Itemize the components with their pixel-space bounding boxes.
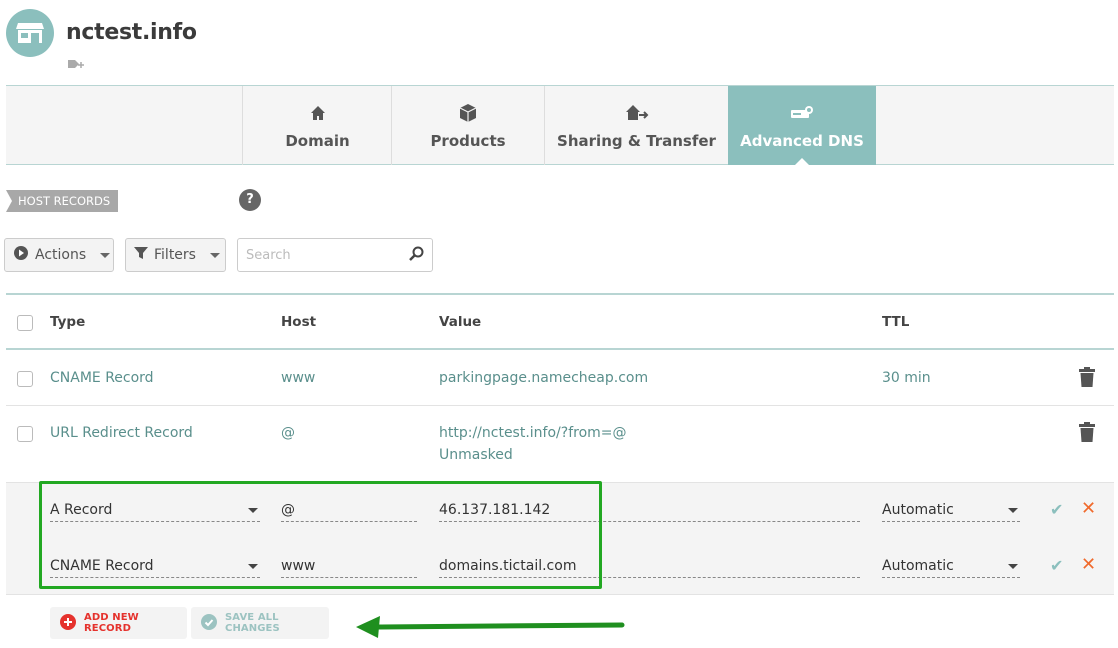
green-arrow-icon [354,612,626,644]
header-type[interactable]: Type [50,314,85,330]
server-icon [790,102,814,124]
filters-button[interactable]: Filters [125,238,226,272]
table-row: URL Redirect Record @ http://nctest.info… [6,406,1114,483]
record-value[interactable]: parkingpage.namecheap.com [439,370,648,386]
trash-icon[interactable] [1079,422,1095,446]
play-circle-icon [13,245,29,265]
header-host[interactable]: Host [281,314,316,330]
tab-bar: Domain Products Sharing & Transfer Advan… [6,85,1114,166]
house-transfer-icon [625,102,649,124]
store-icon [6,9,54,57]
record-host[interactable]: @ [281,425,295,441]
ttl-select-value: Automatic [882,558,954,574]
table-row: CNAME Record www parkingpage.namecheap.c… [6,351,1114,406]
tab-domain[interactable]: Domain [242,86,392,165]
record-type[interactable]: URL Redirect Record [50,425,193,441]
home-icon [310,102,326,124]
help-icon[interactable]: ? [239,189,261,211]
search-icon[interactable] [409,246,424,265]
add-new-record-label: ADD NEW RECORD [84,612,139,634]
check-icon[interactable]: ✔ [1050,556,1063,575]
tab-label: Advanced DNS [740,132,864,150]
funnel-icon [134,246,148,264]
page-title: nctest.info [66,20,197,45]
save-all-changes-button[interactable]: SAVE ALL CHANGES [191,607,329,639]
record-type[interactable]: CNAME Record [50,370,154,386]
add-new-record-button[interactable]: ADD NEW RECORD [50,607,187,639]
tab-sharing-transfer[interactable]: Sharing & Transfer [544,86,728,165]
tab-products[interactable]: Products [391,86,544,165]
search-box [237,238,433,272]
tab-label: Sharing & Transfer [557,132,716,150]
ttl-select-value: Automatic [882,502,954,518]
record-value-mode[interactable]: Unmasked [439,447,513,463]
plus-circle-icon [60,613,76,633]
tab-label: Domain [285,132,350,150]
header-value[interactable]: Value [439,314,481,330]
record-value[interactable]: http://nctest.info/?from=@ [439,425,627,441]
record-host[interactable]: www [281,370,315,386]
chevron-down-icon [209,252,220,258]
section-label: HOST RECORDS [6,190,119,212]
header-ttl[interactable]: TTL [882,314,909,330]
row-checkbox[interactable] [17,371,33,387]
box-icon [458,102,478,124]
filters-label: Filters [154,247,196,263]
close-icon[interactable]: ✕ [1081,498,1096,519]
trash-icon[interactable] [1079,367,1095,391]
record-ttl[interactable]: 30 min [882,370,931,386]
check-icon[interactable]: ✔ [1050,500,1063,519]
close-icon[interactable]: ✕ [1081,554,1096,575]
tag-add-icon[interactable] [68,56,86,75]
actions-button[interactable]: Actions [4,238,114,272]
select-all-checkbox[interactable] [17,315,33,331]
save-all-changes-label: SAVE ALL CHANGES [225,612,280,634]
tab-advanced-dns[interactable]: Advanced DNS [728,86,876,166]
highlight-box [39,481,602,589]
ttl-select[interactable]: Automatic [882,556,1020,578]
actions-label: Actions [35,247,87,263]
ttl-select[interactable]: Automatic [882,500,1020,522]
table-header: Type Host Value TTL [6,295,1114,350]
chevron-down-icon [100,252,111,258]
tab-label: Products [430,132,506,150]
search-input[interactable] [246,247,396,263]
row-checkbox[interactable] [17,426,33,442]
check-circle-icon [201,613,217,633]
